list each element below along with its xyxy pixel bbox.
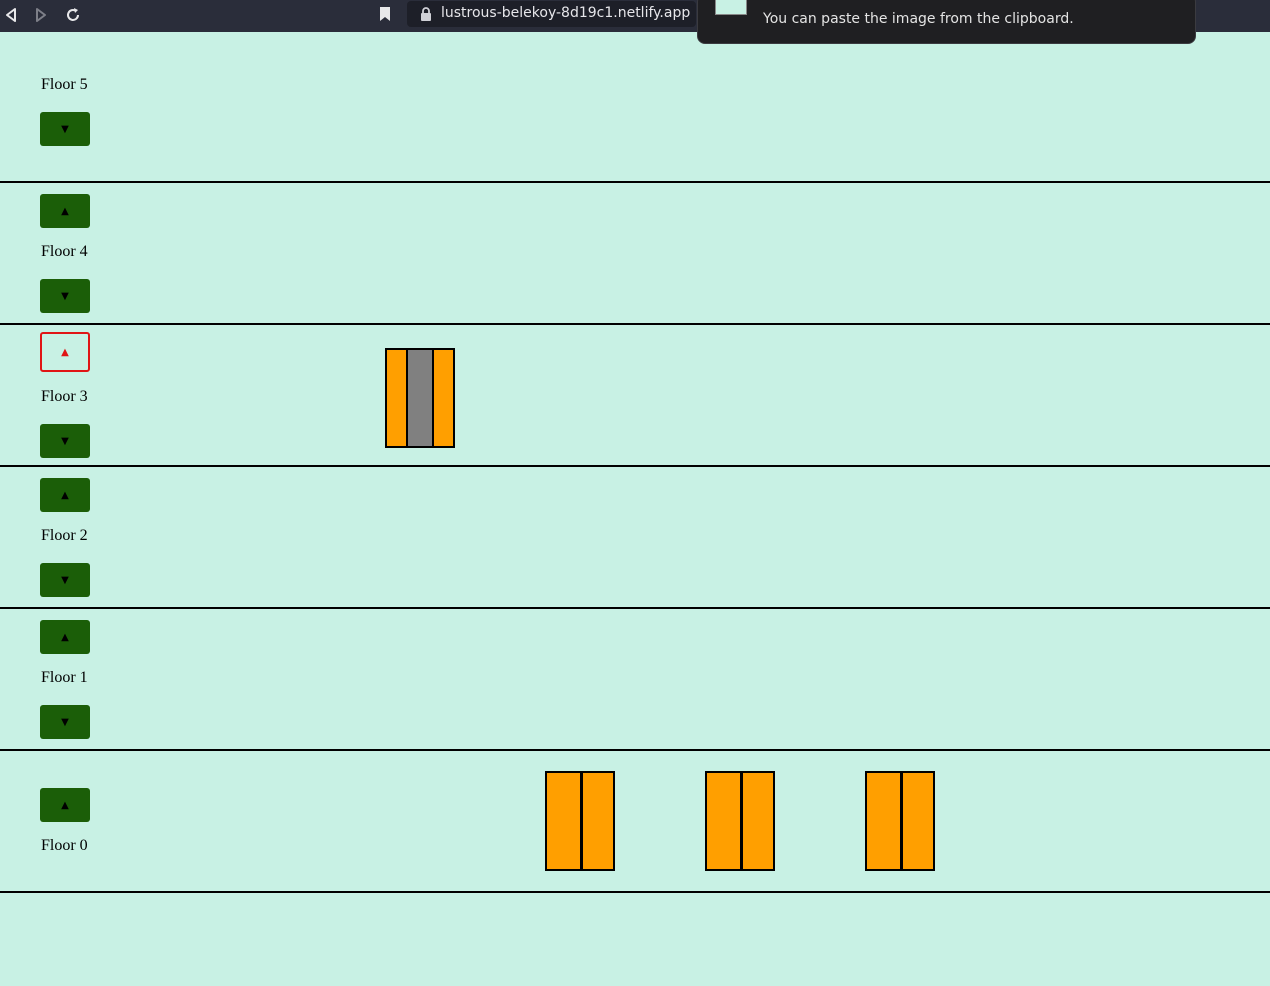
floor-divider xyxy=(0,607,1270,609)
call-up-button-active[interactable]: ▲ xyxy=(40,332,90,372)
toast-message: You can paste the image from the clipboa… xyxy=(763,11,1074,27)
floor-label: Floor 4 xyxy=(41,243,88,260)
elevator-door-right xyxy=(432,350,453,446)
call-up-button[interactable]: ▲ xyxy=(40,478,90,512)
floor-divider xyxy=(0,323,1270,325)
elevator-door-left xyxy=(387,350,408,446)
elevator-door-seam xyxy=(580,773,583,869)
call-down-button[interactable]: ▼ xyxy=(40,279,90,313)
floor-divider xyxy=(0,465,1270,467)
call-down-button[interactable]: ▼ xyxy=(40,705,90,739)
call-up-button[interactable]: ▲ xyxy=(40,788,90,822)
bookmark-icon[interactable] xyxy=(377,5,393,23)
floor-label: Floor 5 xyxy=(41,76,88,93)
elevator-door-seam xyxy=(740,773,743,869)
image-thumbnail xyxy=(715,0,747,15)
clipboard-toast: You can paste the image from the clipboa… xyxy=(697,0,1196,44)
call-down-button[interactable]: ▼ xyxy=(40,424,90,458)
elevator-2 xyxy=(545,771,615,871)
floor-divider xyxy=(0,749,1270,751)
call-up-button[interactable]: ▲ xyxy=(40,620,90,654)
floor-label: Floor 3 xyxy=(41,388,88,405)
floor-label: Floor 1 xyxy=(41,669,88,686)
elevator-1 xyxy=(385,348,455,448)
elevator-4 xyxy=(865,771,935,871)
floor-divider xyxy=(0,181,1270,183)
url-text: lustrous-belekoy-8d19c1.netlify.app xyxy=(441,5,691,21)
address-bar[interactable]: lustrous-belekoy-8d19c1.netlify.app xyxy=(407,1,696,27)
elevator-3 xyxy=(705,771,775,871)
elevator-door-seam xyxy=(900,773,903,869)
floor-label: Floor 2 xyxy=(41,527,88,544)
floor-divider xyxy=(0,891,1270,893)
floor-label: Floor 0 xyxy=(41,837,88,854)
call-up-button[interactable]: ▲ xyxy=(40,194,90,228)
forward-icon[interactable] xyxy=(31,5,51,25)
call-down-button[interactable]: ▼ xyxy=(40,112,90,146)
reload-icon[interactable] xyxy=(63,5,83,25)
lock-icon xyxy=(421,7,431,21)
back-icon[interactable] xyxy=(2,5,22,25)
call-down-button[interactable]: ▼ xyxy=(40,563,90,597)
